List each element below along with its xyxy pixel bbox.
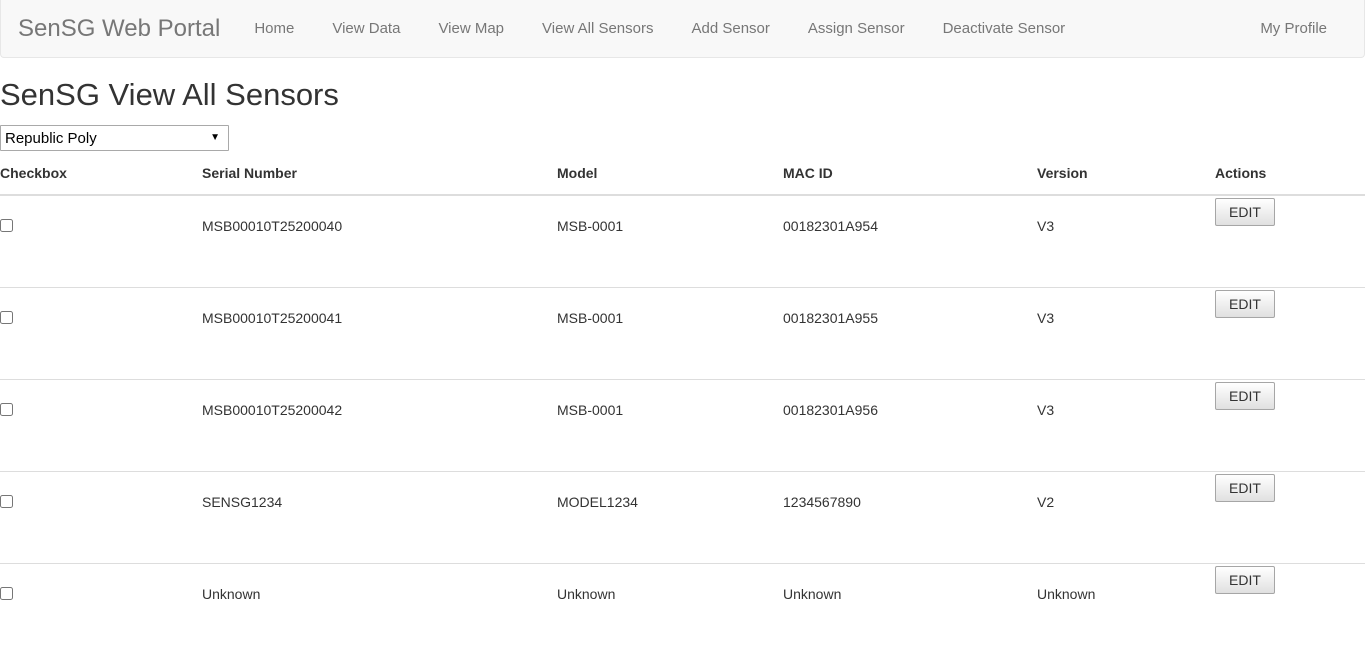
column-header-serial-number: Serial Number	[202, 165, 557, 197]
nav-home[interactable]: Home	[235, 0, 313, 58]
cell-serial-number: MSB00010T25200042	[202, 379, 557, 473]
sensors-table: Checkbox Serial Number Model MAC ID Vers…	[0, 165, 1365, 655]
table-header-row: Checkbox Serial Number Model MAC ID Vers…	[0, 165, 1365, 197]
secondary-nav-list: My Profile	[1241, 0, 1364, 57]
cell-mac-id: Unknown	[783, 586, 842, 603]
nav-view-map-item[interactable]: View Map	[419, 0, 523, 57]
row-select-checkbox[interactable]	[0, 403, 13, 417]
nav-assign-sensor[interactable]: Assign Sensor	[789, 0, 924, 58]
cell-version: V3	[1037, 287, 1215, 381]
nav-deactivate-sensor-item[interactable]: Deactivate Sensor	[924, 0, 1085, 57]
cell-checkbox	[0, 379, 202, 473]
main-navbar: SenSG Web Portal Home View Data View Map Vi…	[0, 0, 1365, 58]
column-header-mac-id: MAC ID	[783, 165, 1037, 197]
sensors-table-body: MSB00010T25200040 MSB-0001 00182301A954 V3 E…	[0, 195, 1365, 655]
cell-serial-number: Unknown	[202, 586, 261, 603]
cell-version: Unknown	[1037, 586, 1096, 603]
table-row: MSB00010T25200040 MSB-0001 00182301A954 V3 E…	[0, 195, 1365, 289]
cell-mac-id: 00182301A954	[783, 195, 1037, 289]
cell-model: MODEL1234	[557, 471, 783, 565]
cell-serial-number: SENSG1234	[202, 471, 557, 565]
nav-view-data-item[interactable]: View Data	[313, 0, 419, 57]
cell-model: MSB-0001	[557, 195, 783, 289]
nav-home-item[interactable]: Home	[235, 0, 313, 57]
cell-model: Unknown	[557, 586, 616, 603]
cell-model: MSB-0001	[557, 287, 783, 381]
cell-version: V3	[1037, 195, 1215, 289]
cell-model: MSB-0001	[557, 379, 783, 473]
page-title: SenSG View All Sensors	[0, 77, 339, 112]
nav-view-data[interactable]: View Data	[313, 0, 419, 58]
edit-button[interactable]: EDIT	[1215, 474, 1275, 503]
column-header-actions: Actions	[1215, 165, 1365, 197]
nav-view-map[interactable]: View Map	[419, 0, 523, 58]
primary-nav-list: Home View Data View Map View All Sensors Add…	[235, 0, 1241, 57]
organisation-filter: Republic Poly ▼	[0, 125, 1365, 152]
nav-view-all-sensors[interactable]: View All Sensors	[523, 0, 672, 58]
edit-button[interactable]: EDIT	[1215, 382, 1275, 411]
organisation-select-shell: Republic Poly ▼	[0, 125, 229, 152]
cell-serial-number: MSB00010T25200041	[202, 287, 557, 381]
column-header-version: Version	[1037, 165, 1215, 197]
row-select-checkbox[interactable]	[0, 219, 13, 233]
nav-deactivate-sensor[interactable]: Deactivate Sensor	[924, 0, 1085, 58]
nav-assign-sensor-item[interactable]: Assign Sensor	[789, 0, 924, 57]
cell-actions: EDIT	[1215, 379, 1365, 473]
nav-my-profile[interactable]: My Profile	[1241, 0, 1364, 58]
table-row: Unknown Unknown Unknown Unknown EDIT	[0, 564, 1365, 655]
column-header-checkbox: Checkbox	[0, 165, 202, 197]
nav-my-profile-item[interactable]: My Profile	[1241, 0, 1364, 57]
row-select-checkbox[interactable]	[0, 587, 13, 601]
page-content: SenSG View All Sensors Republic Poly ▼ C…	[0, 77, 1365, 655]
cell-actions: EDIT	[1215, 471, 1365, 565]
cell-checkbox	[0, 195, 202, 289]
sensors-table-head: Checkbox Serial Number Model MAC ID Vers…	[0, 165, 1365, 197]
cell-checkbox	[0, 564, 202, 655]
organisation-select[interactable]: Republic Poly	[0, 125, 229, 152]
edit-button[interactable]: EDIT	[1215, 290, 1275, 319]
row-select-checkbox[interactable]	[0, 495, 13, 509]
cell-actions: EDIT	[1215, 195, 1365, 289]
cell-serial-number: MSB00010T25200040	[202, 195, 557, 289]
nav-add-sensor-item[interactable]: Add Sensor	[672, 0, 788, 57]
cell-actions: EDIT	[1215, 564, 1365, 655]
table-row: MSB00010T25200042 MSB-0001 00182301A956 V3 E…	[0, 379, 1365, 473]
cell-checkbox	[0, 287, 202, 381]
cell-mac-id: 00182301A956	[783, 379, 1037, 473]
edit-button[interactable]: EDIT	[1215, 566, 1275, 595]
cell-version: V2	[1037, 471, 1215, 565]
cell-mac-id: 00182301A955	[783, 287, 1037, 381]
table-row: SENSG1234 MODEL1234 1234567890 V2 EDIT	[0, 471, 1365, 565]
cell-mac-id: 1234567890	[783, 471, 1037, 565]
table-row: MSB00010T25200041 MSB-0001 00182301A955 V3 E…	[0, 287, 1365, 381]
row-select-checkbox[interactable]	[0, 311, 13, 325]
nav-view-all-sensors-item[interactable]: View All Sensors	[523, 0, 672, 57]
cell-checkbox	[0, 471, 202, 565]
cell-version: V3	[1037, 379, 1215, 473]
brand-link[interactable]: SenSG Web Portal	[1, 0, 235, 57]
nav-add-sensor[interactable]: Add Sensor	[672, 0, 788, 58]
column-header-model: Model	[557, 165, 783, 197]
edit-button[interactable]: EDIT	[1215, 198, 1275, 227]
cell-actions: EDIT	[1215, 287, 1365, 381]
